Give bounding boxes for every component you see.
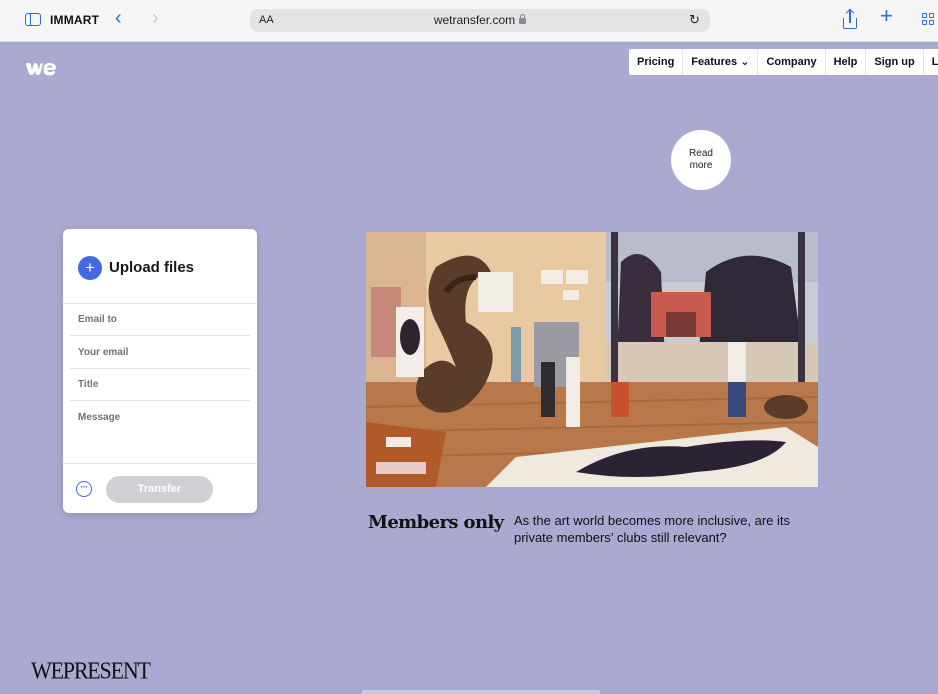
nav-sign-up[interactable]: Sign up [866,49,924,75]
nav-help[interactable]: Help [826,49,867,75]
read-more-label: Read more [689,148,713,171]
tab-overview-icon[interactable] [922,13,936,27]
feature-title[interactable]: Members only [368,512,504,533]
your-email-field[interactable]: Your email [70,337,250,369]
upload-footer: ··· Transfer [63,463,257,513]
tab-group-label[interactable]: IMMART [50,13,99,27]
upload-files-title[interactable]: Upload files [109,259,194,276]
wepresent-wordmark[interactable]: WEPRESENT [31,656,151,685]
add-files-icon[interactable]: + [78,256,102,280]
message-field[interactable]: Message [70,402,250,464]
lock-icon [519,14,527,24]
nav-company[interactable]: Company [758,49,826,75]
upload-card: + Upload files Email to Your email Title… [63,229,257,513]
feature-description[interactable]: As the art world becomes more inclusive,… [514,512,824,546]
email-to-field[interactable]: Email to [70,304,250,336]
artwork-illustration[interactable] [366,232,818,487]
nav-pricing[interactable]: Pricing [629,49,684,75]
more-options-icon[interactable]: ··· [76,481,92,497]
reload-icon[interactable]: ↻ [689,12,700,28]
top-navigation: Pricing Features ⌄ Company Help Sign up … [629,49,938,75]
wetransfer-logo-icon[interactable] [25,62,57,76]
forward-button[interactable]: › [152,8,159,28]
transfer-button[interactable]: Transfer [106,476,213,503]
share-icon[interactable] [843,8,857,31]
nav-log-in[interactable]: Log in [924,49,938,75]
back-button[interactable]: ‹ [115,8,122,28]
url-text: wetransfer.com [433,13,516,27]
home-indicator [362,690,600,694]
address-bar[interactable]: AA wetransfer.com ↻ [250,9,710,32]
new-tab-button[interactable]: + [880,5,893,27]
title-field[interactable]: Title [70,369,250,401]
url-display[interactable]: wetransfer.com [250,13,710,27]
nav-features[interactable]: Features ⌄ [683,49,759,75]
sidebar-toggle-icon[interactable] [25,13,41,26]
read-more-button[interactable]: Read more [671,130,731,190]
browser-toolbar: IMMART ‹ › AA wetransfer.com ↻ + [0,0,938,42]
upload-header[interactable]: + Upload files [63,229,257,304]
